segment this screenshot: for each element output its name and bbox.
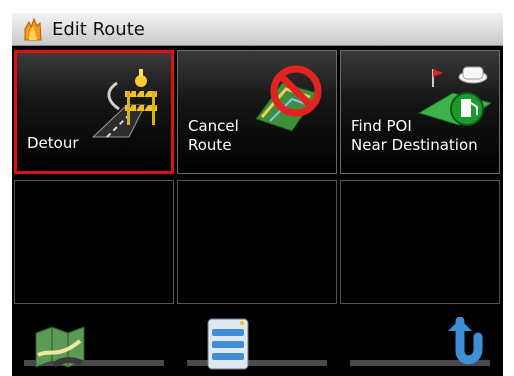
tile-label: Find POI Near Destination [351, 117, 478, 154]
map-icon [35, 326, 85, 368]
find-poi-button[interactable]: Find POI Near Destination [340, 50, 500, 174]
empty-tile [340, 180, 500, 304]
menu-list-button[interactable] [202, 313, 262, 376]
empty-tile [177, 180, 337, 304]
cancel-route-button[interactable]: Cancel Route [177, 50, 337, 174]
detour-roadblock-icon [91, 69, 157, 138]
cancel-route-icon [255, 65, 322, 132]
back-arrow-icon [448, 317, 483, 365]
detour-button[interactable]: Detour [14, 50, 174, 174]
device-screen: Edit Route Detour Cancel Route Find POI … [12, 13, 503, 376]
tile-label: Detour [27, 134, 79, 152]
app-flame-icon [24, 17, 42, 41]
list-menu-icon [207, 318, 249, 370]
tile-label: Cancel Route [188, 117, 239, 154]
back-button[interactable] [440, 313, 490, 376]
page-title: Edit Route [52, 19, 145, 40]
route-options-grid: Detour Cancel Route Find POI Near Destin… [12, 50, 503, 310]
title-bar: Edit Route [12, 13, 503, 46]
empty-tile [14, 180, 174, 304]
bottom-toolbar [12, 313, 503, 376]
map-button[interactable] [32, 313, 92, 376]
